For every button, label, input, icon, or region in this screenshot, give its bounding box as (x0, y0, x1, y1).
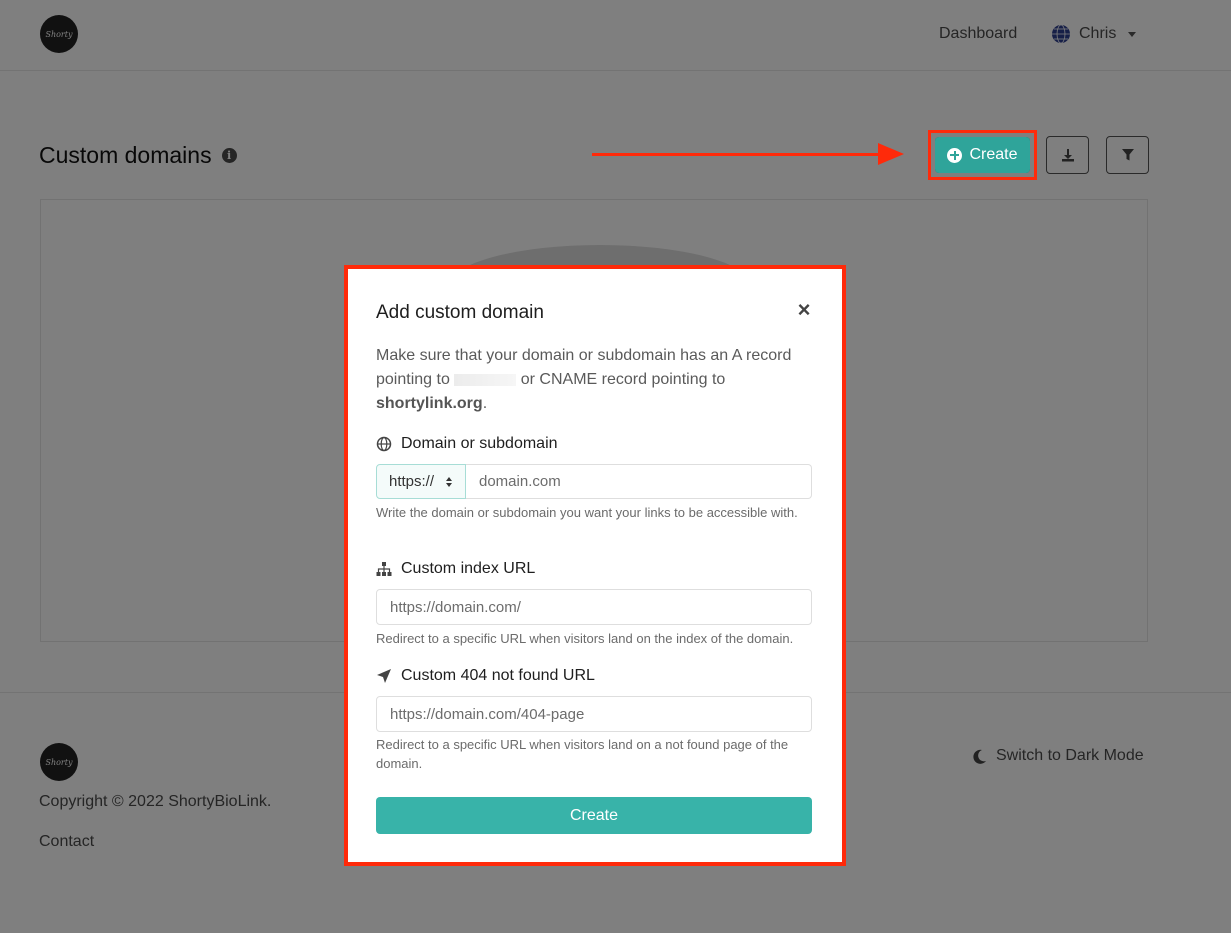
index-field-label: Custom index URL (376, 560, 535, 578)
protocol-value: https:// (389, 473, 435, 490)
annotation-arrow-line (592, 153, 882, 156)
globe-icon (376, 436, 392, 452)
annotation-arrow-head (878, 143, 904, 165)
notfound-label-text: Custom 404 not found URL (401, 667, 595, 684)
close-icon[interactable]: × (796, 299, 812, 321)
index-url-input[interactable] (376, 589, 812, 625)
notfound-help-text: Redirect to a specific URL when visitors… (376, 737, 789, 771)
modal-title: Add custom domain (376, 302, 544, 323)
sitemap-icon (376, 562, 392, 576)
index-help-text: Redirect to a specific URL when visitors… (376, 631, 794, 646)
cname-target: shortylink.org (376, 395, 483, 412)
domain-input-group: https:// (376, 464, 812, 499)
domain-input[interactable] (466, 464, 812, 499)
submit-create-button[interactable]: Create (376, 797, 812, 834)
desc-end: . (482, 395, 488, 412)
desc-part2: or CNAME record pointing to (520, 371, 726, 388)
plus-circle-icon (947, 147, 963, 163)
notfound-field-label: Custom 404 not found URL (376, 667, 595, 685)
notfound-url-input[interactable] (376, 696, 812, 732)
create-button-label: Create (969, 146, 1018, 163)
redacted-ip (454, 373, 517, 386)
create-domain-button-highlighted[interactable]: Create (935, 137, 1030, 173)
modal-description: Make sure that your domain or subdomain … (376, 344, 816, 416)
domain-field-label: Domain or subdomain (376, 435, 558, 453)
protocol-select[interactable]: https:// (376, 464, 466, 499)
location-arrow-icon (377, 669, 391, 683)
select-caret-icon (446, 476, 453, 487)
add-domain-modal: Add custom domain × Make sure that your … (348, 269, 842, 862)
domain-label-text: Domain or subdomain (401, 435, 558, 452)
domain-help-text: Write the domain or subdomain you want y… (376, 505, 798, 520)
index-label-text: Custom index URL (401, 560, 536, 577)
